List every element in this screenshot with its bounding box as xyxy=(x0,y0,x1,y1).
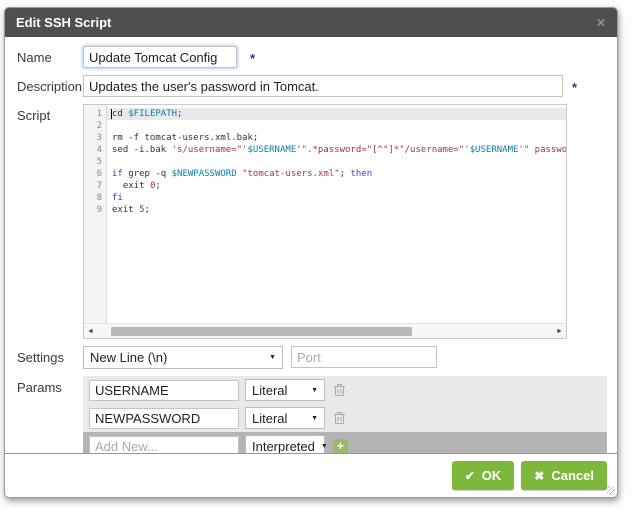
resize-handle-icon[interactable] xyxy=(606,486,615,495)
ok-button-label: OK xyxy=(482,468,502,483)
line-number: 2 xyxy=(84,120,102,132)
param-type-select[interactable]: Literal ▼ xyxy=(245,407,325,429)
port-input[interactable] xyxy=(291,346,437,368)
line-number: 7 xyxy=(84,180,102,192)
line-number-gutter: 123456789 xyxy=(84,105,107,323)
line-number: 1 xyxy=(84,108,102,120)
param-name-input[interactable] xyxy=(89,380,239,401)
horizontal-scrollbar[interactable]: ◄ ► xyxy=(84,323,566,338)
scrollbar-track[interactable] xyxy=(97,327,553,336)
x-icon: ✖ xyxy=(534,469,544,483)
param-row: Literal ▼ xyxy=(83,404,607,432)
name-required-mark: * xyxy=(250,46,255,66)
add-param-button[interactable]: + xyxy=(333,439,348,454)
code-line[interactable]: if grep -q $NEWPASSWORD "tomcat-users.xm… xyxy=(107,168,566,180)
dialog-title: Edit SSH Script xyxy=(16,15,596,30)
line-number: 6 xyxy=(84,168,102,180)
param-type-value: Literal xyxy=(252,411,287,426)
description-required-mark: * xyxy=(572,75,577,95)
script-code-editor[interactable]: 123456789 cd $FILEPATH; rm -f tomcat-user… xyxy=(83,104,567,339)
code-line[interactable]: cd $FILEPATH; xyxy=(107,108,566,120)
trash-icon[interactable] xyxy=(333,383,346,397)
code-line[interactable]: exit 0; xyxy=(107,180,566,192)
chevron-down-icon: ▼ xyxy=(315,443,328,450)
param-name-input[interactable] xyxy=(89,408,239,429)
param-row: Literal ▼ xyxy=(83,376,607,404)
line-number: 5 xyxy=(84,156,102,168)
chevron-down-icon: ▼ xyxy=(263,354,276,361)
params-panel: Literal▼Literal▼Interpreted▼+ xyxy=(83,376,607,460)
param-type-select[interactable]: Literal ▼ xyxy=(245,379,325,401)
code-line[interactable]: sed -i.bak 's/username="'$USERNAME'".*pa… xyxy=(107,144,566,156)
settings-label: Settings xyxy=(17,346,83,365)
trash-icon[interactable] xyxy=(333,411,346,425)
code-line[interactable] xyxy=(107,156,566,168)
description-input[interactable] xyxy=(83,75,563,97)
scroll-right-icon[interactable]: ► xyxy=(553,328,566,335)
edit-ssh-script-dialog: Edit SSH Script ✕ Name * Description * S… xyxy=(4,7,618,498)
plus-icon: + xyxy=(333,439,348,454)
params-row: Params Literal▼Literal▼Interpreted▼+ xyxy=(17,376,607,460)
params-label: Params xyxy=(17,376,83,395)
description-row: Description * xyxy=(17,75,607,97)
param-type-value: Interpreted xyxy=(252,439,315,454)
line-number: 4 xyxy=(84,144,102,156)
code-area[interactable]: 123456789 cd $FILEPATH; rm -f tomcat-user… xyxy=(84,105,566,323)
code-line[interactable]: exit 5; xyxy=(107,204,566,216)
code-line[interactable]: fi xyxy=(107,192,566,204)
name-input[interactable] xyxy=(83,46,237,68)
description-label: Description xyxy=(17,75,83,94)
code-line[interactable] xyxy=(107,120,566,132)
check-icon: ✔ xyxy=(465,469,475,483)
script-row: Script 123456789 cd $FILEPATH; rm -f tomc… xyxy=(17,104,607,339)
code-content[interactable]: cd $FILEPATH; rm -f tomcat-users.xml.bak;… xyxy=(107,105,566,323)
cancel-button[interactable]: ✖ Cancel xyxy=(521,461,607,490)
line-number: 9 xyxy=(84,204,102,216)
script-label: Script xyxy=(17,104,83,123)
dialog-footer: ✔ OK ✖ Cancel xyxy=(5,453,617,497)
chevron-down-icon: ▼ xyxy=(305,415,318,422)
chevron-down-icon: ▼ xyxy=(305,387,318,394)
ok-button[interactable]: ✔ OK xyxy=(452,461,515,490)
scrollbar-thumb[interactable] xyxy=(111,327,412,336)
line-number: 3 xyxy=(84,132,102,144)
cancel-button-label: Cancel xyxy=(551,468,594,483)
name-row: Name * xyxy=(17,46,607,68)
line-ending-select[interactable]: New Line (\n) ▼ xyxy=(83,346,283,369)
param-type-value: Literal xyxy=(252,383,287,398)
line-number: 8 xyxy=(84,192,102,204)
name-label: Name xyxy=(17,46,83,65)
scroll-left-icon[interactable]: ◄ xyxy=(84,328,97,335)
settings-row: Settings New Line (\n) ▼ xyxy=(17,346,607,369)
dialog-body: Name * Description * Script 123456789 cd… xyxy=(5,37,617,460)
close-icon[interactable]: ✕ xyxy=(596,17,606,29)
line-ending-value: New Line (\n) xyxy=(90,350,167,365)
code-line[interactable]: rm -f tomcat-users.xml.bak; xyxy=(107,132,566,144)
dialog-header: Edit SSH Script ✕ xyxy=(5,8,617,37)
